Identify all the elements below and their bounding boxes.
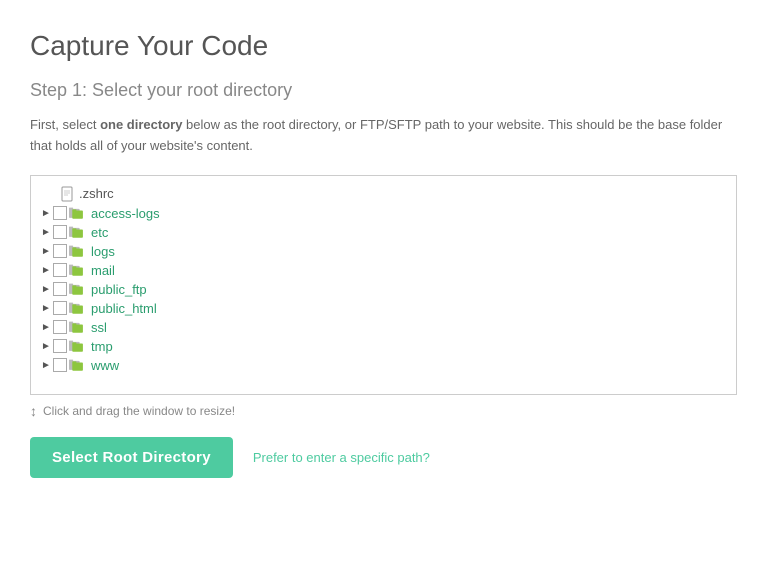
page-title: Capture Your Code bbox=[30, 30, 737, 62]
folder-icon bbox=[69, 206, 87, 220]
folder-icon bbox=[69, 263, 87, 277]
folder-checkbox[interactable] bbox=[53, 225, 67, 239]
step-title-text: Select your root directory bbox=[87, 80, 292, 100]
file-name: .zshrc bbox=[79, 186, 114, 201]
expand-arrow-icon[interactable]: ► bbox=[41, 341, 51, 351]
expand-arrow-icon[interactable]: ► bbox=[41, 227, 51, 237]
folder-checkbox[interactable] bbox=[53, 301, 67, 315]
folder-checkbox[interactable] bbox=[53, 339, 67, 353]
list-item: ► public_html bbox=[31, 299, 736, 318]
expand-arrow-icon[interactable]: ► bbox=[41, 265, 51, 275]
folder-checkbox[interactable] bbox=[53, 358, 67, 372]
step-label: Step 1: bbox=[30, 80, 87, 100]
list-item: .zshrc bbox=[31, 184, 736, 204]
list-item: ► etc bbox=[31, 223, 736, 242]
folder-icon bbox=[69, 320, 87, 334]
file-icon bbox=[61, 186, 75, 202]
step-heading: Step 1: Select your root directory bbox=[30, 80, 737, 101]
resize-hint: ↕ Click and drag the window to resize! bbox=[30, 403, 737, 419]
list-item: ► logs bbox=[31, 242, 736, 261]
expand-arrow-icon[interactable]: ► bbox=[41, 284, 51, 294]
select-root-directory-button[interactable]: Select Root Directory bbox=[30, 437, 233, 478]
expand-arrow-icon[interactable]: ► bbox=[41, 360, 51, 370]
desc-bold: one directory bbox=[100, 117, 182, 132]
list-item: ► mail bbox=[31, 261, 736, 280]
list-item: ► public_ftp bbox=[31, 280, 736, 299]
folder-icon bbox=[69, 358, 87, 372]
expand-arrow-icon[interactable]: ► bbox=[41, 246, 51, 256]
resize-icon: ↕ bbox=[30, 403, 37, 419]
folder-name: logs bbox=[91, 244, 115, 259]
folder-checkbox[interactable] bbox=[53, 206, 67, 220]
folder-name: public_html bbox=[91, 301, 157, 316]
folder-name: ssl bbox=[91, 320, 107, 335]
folder-icon bbox=[69, 282, 87, 296]
folder-name: public_ftp bbox=[91, 282, 147, 297]
list-item: ► access-logs bbox=[31, 204, 736, 223]
expand-arrow-icon[interactable]: ► bbox=[41, 322, 51, 332]
folder-name: etc bbox=[91, 225, 108, 240]
folder-name: mail bbox=[91, 263, 115, 278]
folder-icon bbox=[69, 301, 87, 315]
expand-arrow-icon[interactable]: ► bbox=[41, 208, 51, 218]
folder-name: tmp bbox=[91, 339, 113, 354]
folder-name: access-logs bbox=[91, 206, 160, 221]
folder-list: ► access-logs► etc► logs► bbox=[31, 204, 736, 375]
folder-icon bbox=[69, 244, 87, 258]
list-item: ► www bbox=[31, 356, 736, 375]
file-tree-container[interactable]: .zshrc ► access-logs► etc► logs► bbox=[30, 175, 737, 395]
actions-bar: Select Root Directory Prefer to enter a … bbox=[30, 437, 737, 478]
resize-hint-text: Click and drag the window to resize! bbox=[43, 404, 235, 418]
list-item: ► ssl bbox=[31, 318, 736, 337]
folder-checkbox[interactable] bbox=[53, 320, 67, 334]
enter-specific-path-link[interactable]: Prefer to enter a specific path? bbox=[253, 450, 430, 465]
list-item: ► tmp bbox=[31, 337, 736, 356]
description-text: First, select one directory below as the… bbox=[30, 115, 737, 157]
folder-icon bbox=[69, 339, 87, 353]
folder-checkbox[interactable] bbox=[53, 282, 67, 296]
folder-icon bbox=[69, 225, 87, 239]
desc-part1: First, select bbox=[30, 117, 100, 132]
folder-checkbox[interactable] bbox=[53, 244, 67, 258]
folder-name: www bbox=[91, 358, 119, 373]
folder-checkbox[interactable] bbox=[53, 263, 67, 277]
expand-arrow-icon[interactable]: ► bbox=[41, 303, 51, 313]
file-tree: .zshrc ► access-logs► etc► logs► bbox=[31, 176, 736, 383]
